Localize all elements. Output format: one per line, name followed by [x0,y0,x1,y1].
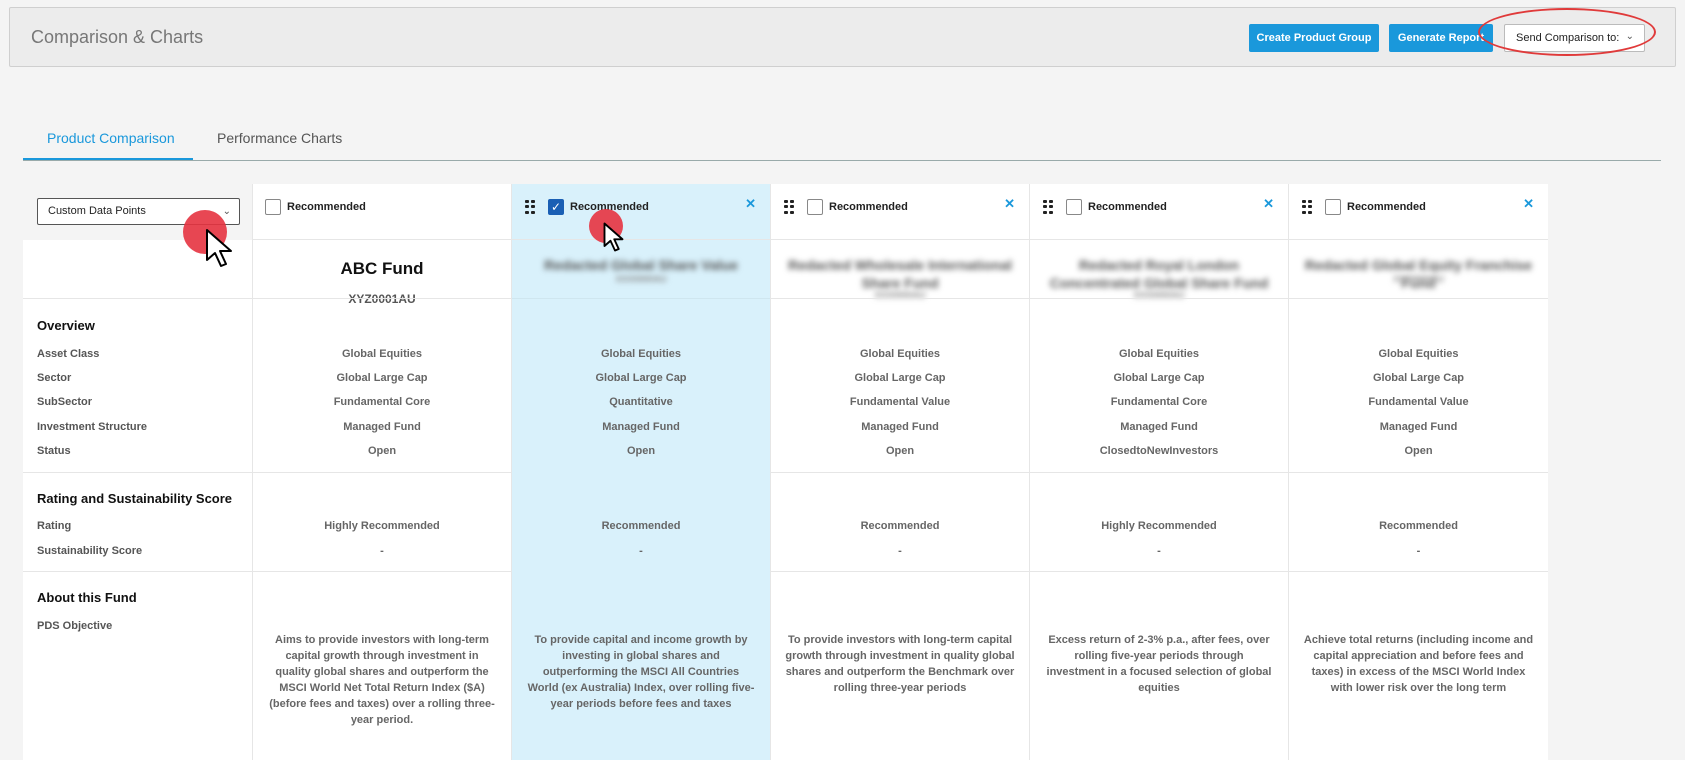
pds-objective-value: Achieve total returns (including income … [1303,634,1534,694]
recommended-checkbox[interactable] [1325,199,1341,215]
label-subsector: SubSector [37,396,93,408]
recommended-checkbox[interactable] [807,199,823,215]
fund-column: Recommended ABC Fund XYZ0001AU Global Eq… [252,184,511,760]
status-value: Open [626,445,656,457]
recommended-label: Recommended [829,201,908,213]
status-value: Open [367,445,397,457]
investment-structure-value: Managed Fund [343,421,421,433]
label-rating: Rating [37,520,72,532]
fund-column: Recommended ✕ Redacted Royal London Conc… [1029,184,1288,760]
recommended-label: Recommended [570,201,649,213]
sector-value: Global Large Cap [1372,372,1465,384]
fund-name: Redacted Wholesale International Share F… [787,257,1013,291]
label-asset-class: Asset Class [37,348,100,360]
tab-product-comparison[interactable]: Product Comparison [47,130,175,146]
tab-bar: Product Comparison Performance Charts [23,118,1661,161]
drag-handle-icon[interactable] [1302,200,1312,214]
close-icon[interactable]: ✕ [1523,196,1534,212]
active-tab-indicator [23,158,193,160]
page-title: Comparison & Charts [31,27,204,47]
recommended-checkbox[interactable] [265,199,281,215]
asset-class-value: Global Equities [341,348,423,360]
data-points-label: Custom Data Points [48,205,146,217]
fund-name: ABC Fund [340,259,424,278]
fund-name: Redacted Royal London Concentrated Globa… [1049,257,1269,291]
recommended-checkbox[interactable]: ✓ [548,199,564,215]
label-sector: Sector [37,372,72,384]
close-icon[interactable]: ✕ [1263,196,1274,212]
sustainability-value: - [639,545,643,557]
recommended-label: Recommended [1088,201,1167,213]
sector-value: Global Large Cap [854,372,946,384]
rating-value: Recommended [601,520,681,532]
chevron-down-icon: ⌄ [222,206,231,217]
comparison-grid: Custom Data Points ⌄ Overview Asset Clas… [23,184,1661,760]
investment-structure-value: Managed Fund [1379,421,1458,433]
sector-value: Global Large Cap [595,372,687,384]
status-value: Open [1404,445,1433,457]
sustainability-value: - [1157,545,1161,557]
drag-handle-icon[interactable] [784,200,794,214]
fund-column-selected: ✓ Recommended ✕ Redacted Global Share Va… [511,184,770,760]
rating-value: Recommended [860,520,940,532]
fund-code: XXX0000AU [1392,274,1445,284]
pds-objective-value: To provide investors with long-term capi… [785,634,1015,694]
subsector-value: Fundamental Value [1368,396,1469,408]
generate-report-button[interactable]: Generate Report [1389,24,1493,52]
recommended-checkbox[interactable] [1066,199,1082,215]
label-status: Status [37,445,71,457]
sector-value: Global Large Cap [1113,372,1205,384]
label-sustainability: Sustainability Score [37,545,143,557]
subsector-value: Fundamental Value [849,396,951,408]
label-pds-objective: PDS Objective [37,620,113,632]
rating-value: Highly Recommended [1101,520,1217,532]
rating-value: Recommended [1379,520,1458,532]
sector-value: Global Large Cap [336,372,428,384]
fund-code: XYZ0001AU [348,292,416,306]
sustainability-value: - [1416,545,1421,557]
subsector-value: Quantitative [609,396,673,408]
create-product-group-button[interactable]: Create Product Group [1249,24,1379,52]
tab-performance-charts[interactable]: Performance Charts [217,130,342,146]
recommended-label: Recommended [287,201,366,213]
close-icon[interactable]: ✕ [1004,196,1015,212]
fund-column: Recommended ✕ Redacted Global Equity Fra… [1288,184,1548,760]
close-icon[interactable]: ✕ [745,196,756,212]
asset-class-value: Global Equities [600,348,682,360]
recommended-label: Recommended [1347,201,1426,213]
sustainability-value: - [898,545,902,557]
fund-column: Recommended ✕ Redacted Wholesale Interna… [770,184,1029,760]
investment-structure-value: Managed Fund [1120,421,1198,433]
section-overview: Overview [37,318,95,333]
fund-code: XXX0000AU [615,274,667,284]
label-investment-structure: Investment Structure [37,421,148,433]
asset-class-value: Global Equities [1118,348,1200,360]
drag-handle-icon[interactable] [525,200,535,214]
page-header: Comparison & Charts Create Product Group… [9,7,1676,67]
investment-structure-value: Managed Fund [602,421,680,433]
asset-class-value: Global Equities [1378,348,1459,360]
pds-objective-value: Excess return of 2-3% p.a., after fees, … [1046,634,1272,694]
asset-class-value: Global Equities [859,348,941,360]
rating-value: Highly Recommended [324,520,440,532]
pds-objective-value: Aims to provide investors with long-term… [269,634,495,726]
annotation-ellipse [1478,8,1656,56]
pds-objective-value: To provide capital and income growth by … [527,634,755,710]
sustainability-value: - [380,545,384,557]
status-value: Open [885,445,915,457]
fund-name: Redacted Global Share Value [544,257,738,273]
subsector-value: Fundamental Core [333,396,431,408]
section-about: About this Fund [37,590,137,605]
row-labels-column: Custom Data Points ⌄ Overview Asset Clas… [23,184,252,760]
status-value: ClosedtoNewInvestors [1099,445,1219,457]
investment-structure-value: Managed Fund [861,421,939,433]
custom-data-points-select[interactable]: Custom Data Points ⌄ [37,198,240,225]
subsector-value: Fundamental Core [1110,396,1208,408]
drag-handle-icon[interactable] [1043,200,1053,214]
section-rating: Rating and Sustainability Score [37,491,233,506]
